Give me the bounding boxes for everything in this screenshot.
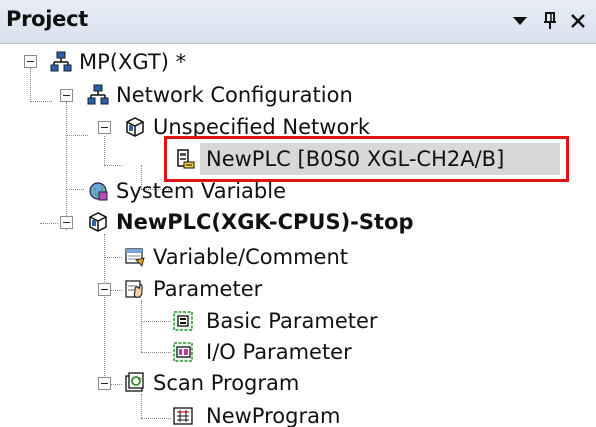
scan-program-icon (124, 372, 146, 394)
tree-item-network-configuration[interactable]: Network Configuration (116, 82, 353, 108)
tree-item-newplc-module[interactable]: NewPLC [B0S0 XGL-CH2A/B] (206, 146, 504, 172)
tree-line (141, 321, 171, 322)
tree-item-unspecified-network[interactable]: Unspecified Network (153, 114, 370, 140)
collapse-toggle[interactable] (98, 283, 111, 296)
cube-icon (87, 211, 109, 233)
tree-line (66, 135, 88, 136)
collapse-toggle[interactable] (98, 377, 111, 390)
panel-title: Project (6, 7, 89, 31)
cube-icon (124, 116, 146, 138)
tree-line (141, 352, 171, 353)
tree-item-parameter[interactable]: Parameter (153, 276, 262, 302)
pin-icon[interactable] (538, 8, 562, 34)
program-icon (172, 405, 194, 427)
collapse-toggle[interactable] (98, 121, 111, 134)
tree-line (40, 223, 58, 224)
tree-line (104, 257, 122, 258)
tree-item-variable-comment[interactable]: Variable/Comment (153, 244, 348, 270)
network-icon (87, 84, 109, 106)
panel-header: Project (0, 0, 596, 44)
tree-line (141, 418, 171, 419)
tree-item-system-variable[interactable]: System Variable (116, 178, 286, 204)
basic-parameter-icon (172, 310, 194, 332)
collapse-toggle[interactable] (24, 55, 37, 68)
tree-line (104, 136, 105, 165)
variable-icon (124, 246, 146, 268)
tree-item-new-program[interactable]: NewProgram (206, 403, 340, 427)
tree-line (104, 165, 122, 166)
tree-line (141, 300, 142, 352)
collapse-toggle[interactable] (60, 216, 73, 229)
tree-item-root[interactable]: MP(XGT) * (79, 49, 186, 75)
close-icon[interactable] (566, 8, 590, 34)
globe-icon (87, 180, 109, 202)
tree-line (141, 394, 142, 418)
collapse-toggle[interactable] (60, 89, 73, 102)
tree-line (66, 189, 84, 190)
network-icon (50, 51, 72, 73)
triangle-down-icon[interactable] (508, 8, 532, 34)
io-parameter-icon (172, 341, 194, 363)
parameter-icon (124, 278, 146, 300)
tree-line (30, 68, 31, 102)
plc-module-icon (174, 148, 196, 170)
tree-item-plc-cpu[interactable]: NewPLC(XGK-CPUS)-Stop (116, 209, 414, 235)
tree-line (30, 101, 52, 102)
tree-item-basic-parameter[interactable]: Basic Parameter (206, 308, 378, 334)
tree-line (66, 102, 67, 230)
tree-item-io-parameter[interactable]: I/O Parameter (206, 339, 352, 365)
project-tree: MP(XGT) * Network Configuration Unspecif… (0, 44, 596, 427)
tree-item-scan-program[interactable]: Scan Program (153, 370, 299, 396)
